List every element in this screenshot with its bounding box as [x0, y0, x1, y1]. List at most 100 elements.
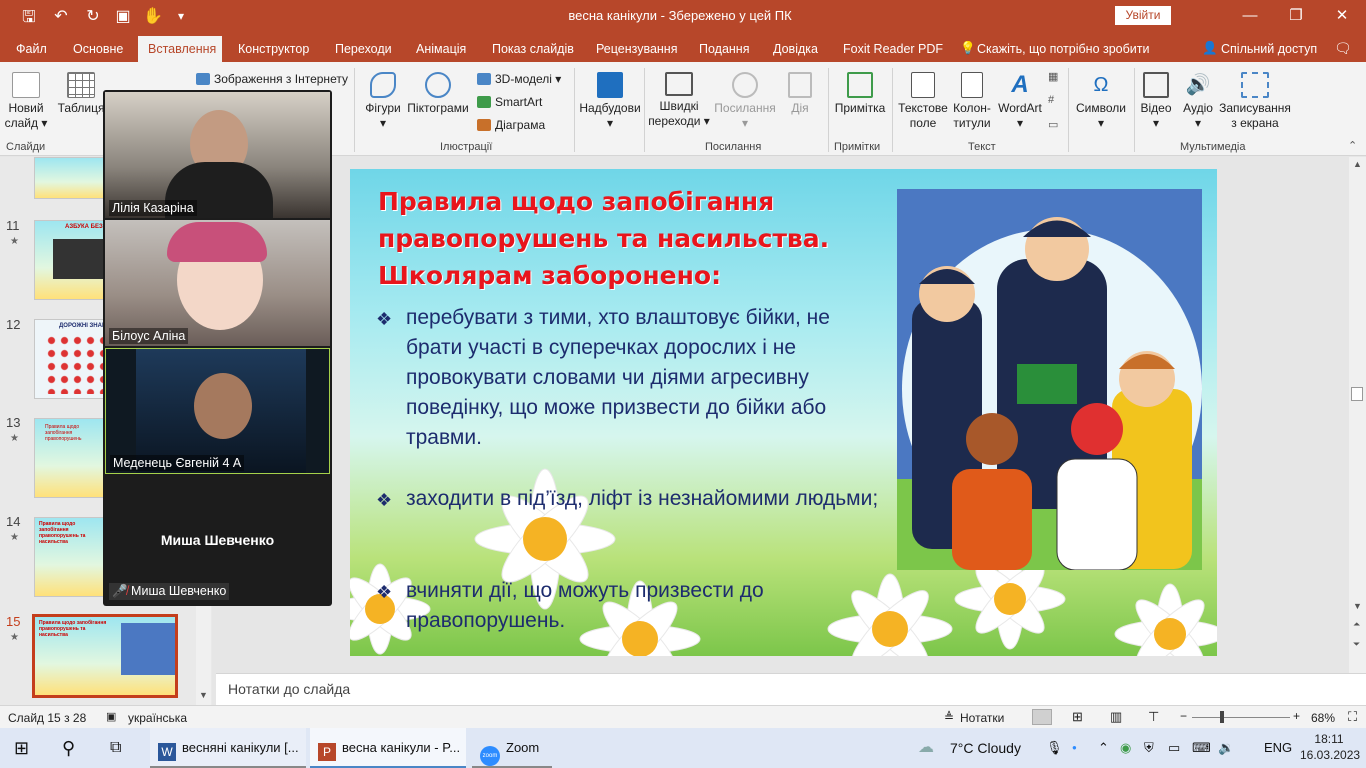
3d-models-button[interactable]: 3D-моделі ▾: [477, 72, 561, 86]
volume-icon[interactable]: 🔉: [1218, 728, 1234, 768]
reading-view-icon[interactable]: ▥: [1110, 709, 1122, 725]
participant-video-2[interactable]: Білоус Аліна: [105, 220, 330, 346]
language-indicator[interactable]: українська: [128, 711, 187, 725]
symbols-button[interactable]: Ω Символи ▾: [1072, 72, 1130, 131]
screen-recording-button[interactable]: Записування з екрана: [1218, 72, 1292, 131]
tab-file[interactable]: Файл: [16, 42, 47, 56]
tab-view[interactable]: Подання: [699, 42, 749, 56]
taskbar-powerpoint[interactable]: Pвесна канікули - P...: [310, 728, 466, 768]
video-button[interactable]: Відео ▾: [1136, 72, 1176, 131]
collapse-ribbon-icon[interactable]: ⌃: [1348, 139, 1357, 152]
link-button[interactable]: Посилання ▾: [712, 72, 778, 131]
title-bar: 🖫 ↶ ↻ ▣ ✋ ▾ весна канікули - Збережено у…: [0, 0, 1366, 32]
shapes-button[interactable]: Фігури ▾: [360, 72, 406, 131]
next-slide-icon[interactable]: ⏷: [1353, 639, 1360, 650]
smartart-button[interactable]: SmartArt: [477, 95, 542, 109]
object-icon[interactable]: ▭: [1048, 118, 1058, 131]
input-language[interactable]: ENG: [1264, 728, 1292, 768]
scroll-down-icon[interactable]: ▼: [1353, 601, 1362, 611]
tell-me-search[interactable]: Скажіть, що потрібно зробити: [977, 42, 1150, 56]
tab-home[interactable]: Основне: [73, 42, 123, 56]
table-button[interactable]: Таблиця: [56, 72, 106, 116]
participant-video-1[interactable]: Лілія Казаріна: [105, 92, 330, 218]
slide-bullet-1[interactable]: перебувати з тими, хто влаштовує бійки, …: [406, 303, 886, 453]
textbox-button[interactable]: Текстове поле: [896, 72, 950, 131]
display-icon[interactable]: ▭: [1168, 728, 1180, 768]
zoom-in-icon[interactable]: +: [1293, 709, 1300, 723]
comments-icon[interactable]: 🗨: [1334, 40, 1352, 57]
smartart-icon: [477, 96, 491, 108]
online-pictures-button[interactable]: Зображення з Інтернету: [196, 72, 348, 86]
zoom-slider-track[interactable]: [1192, 717, 1290, 718]
microphone-icon[interactable]: 🎙: [1046, 728, 1063, 768]
taskbar-zoom[interactable]: zoom Zoom: [472, 728, 552, 768]
task-view-icon[interactable]: ⧉: [110, 728, 121, 768]
tab-insert[interactable]: Вставлення: [148, 42, 216, 56]
tab-slideshow[interactable]: Показ слайдів: [492, 42, 574, 56]
slide-bullet-3[interactable]: вчиняти дії, що можуть призвести до прав…: [406, 576, 886, 636]
slide-sorter-icon[interactable]: ⊞: [1072, 709, 1083, 725]
audio-button[interactable]: 🔊 Аудіо ▾: [1178, 72, 1218, 131]
zoom-level[interactable]: 68%: [1311, 711, 1335, 725]
scroll-down-icon[interactable]: ▼: [199, 690, 208, 700]
tab-review[interactable]: Рецензування: [596, 42, 677, 56]
tab-help[interactable]: Довідка: [773, 42, 818, 56]
slide-scrollbar[interactable]: ▲ ▼ ⏶ ⏷: [1349, 157, 1366, 673]
tray-app-icon[interactable]: ◉: [1120, 728, 1131, 768]
slide-thumbnail-15-selected[interactable]: Правила щодо запобігання правопорушень т…: [32, 614, 178, 698]
zoom-video-panel[interactable]: Лілія Казаріна Білоус Аліна Меденець Євг…: [103, 90, 332, 606]
signin-button[interactable]: Увійти: [1115, 6, 1171, 25]
zoom-tray-icon[interactable]: ●: [1072, 728, 1077, 768]
save-icon[interactable]: 🖫: [18, 6, 40, 33]
scroll-up-icon[interactable]: ▲: [1353, 159, 1362, 169]
slide-bullet-2[interactable]: заходити в під’їзд, ліфт із незнайомими …: [406, 484, 886, 514]
wordart-button[interactable]: A WordArt ▾: [994, 72, 1046, 131]
search-icon[interactable]: ⚲: [62, 728, 75, 768]
action-button[interactable]: Дія: [782, 72, 818, 116]
date-time-icon[interactable]: ▦: [1048, 70, 1058, 83]
touch-mode-icon[interactable]: ✋: [142, 6, 164, 26]
notes-toggle-button[interactable]: Нотатки: [960, 711, 1004, 725]
chevron-up-icon[interactable]: ⌃: [1098, 728, 1109, 768]
redo-icon[interactable]: ↻: [82, 6, 104, 26]
network-icon[interactable]: ⌨: [1192, 728, 1211, 768]
normal-view-icon[interactable]: [1032, 709, 1052, 725]
new-slide-button[interactable]: Новий слайд ▾: [2, 72, 50, 131]
weather-text[interactable]: 7°C Cloudy: [950, 728, 1021, 768]
notes-placeholder[interactable]: Нотатки до слайда: [228, 681, 350, 697]
zoom-slider-thumb[interactable]: [1220, 711, 1224, 723]
icons-button[interactable]: Піктограми: [404, 72, 472, 116]
restore-button[interactable]: ❐: [1274, 4, 1318, 28]
header-footer-button[interactable]: Колон- титули: [948, 72, 996, 131]
slideshow-view-icon[interactable]: ⊤: [1148, 709, 1159, 725]
scroll-thumb[interactable]: [1351, 387, 1363, 401]
minimize-button[interactable]: —: [1228, 4, 1272, 28]
taskbar-word[interactable]: Wвесняні канікули [...: [150, 728, 306, 768]
tab-foxit[interactable]: Foxit Reader PDF: [843, 42, 943, 56]
tab-design[interactable]: Конструктор: [238, 42, 309, 56]
comment-button[interactable]: Примітка: [832, 72, 888, 116]
police-children-illustration[interactable]: [897, 189, 1202, 570]
participant-video-3-active-speaker[interactable]: Меденець Євгеній 4 А: [105, 348, 330, 474]
fit-to-window-icon[interactable]: ⛶: [1348, 709, 1357, 725]
slide-number-icon[interactable]: #: [1048, 94, 1054, 106]
zoom-button[interactable]: Швидкі переходи ▾: [648, 72, 710, 129]
slide-title[interactable]: Правила щодо запобігання правопорушень т…: [378, 183, 878, 294]
start-slideshow-icon[interactable]: ▣: [112, 6, 134, 26]
spellcheck-icon[interactable]: ▣: [106, 710, 116, 723]
clock[interactable]: 18:11 16.03.2023: [1300, 731, 1360, 763]
participant-video-4-off[interactable]: Миша Шевченко 🎤̸ Миша Шевченко: [105, 476, 330, 602]
security-icon[interactable]: ⛨: [1144, 728, 1154, 768]
notes-pane[interactable]: [216, 673, 1366, 705]
addins-button[interactable]: Надбудови ▾: [578, 72, 642, 131]
tab-animations[interactable]: Анімація: [416, 42, 466, 56]
tab-transitions[interactable]: Переходи: [335, 42, 392, 56]
undo-icon[interactable]: ↶: [50, 6, 72, 26]
zoom-out-icon[interactable]: −: [1180, 709, 1187, 723]
share-button[interactable]: Спільний доступ: [1221, 42, 1317, 56]
close-button[interactable]: ✕: [1320, 4, 1364, 28]
prev-slide-icon[interactable]: ⏶: [1353, 619, 1360, 630]
customize-qa-icon[interactable]: ▾: [170, 9, 192, 23]
windows-start-icon[interactable]: ⊞: [14, 728, 29, 768]
chart-button[interactable]: Діаграма: [477, 118, 545, 132]
